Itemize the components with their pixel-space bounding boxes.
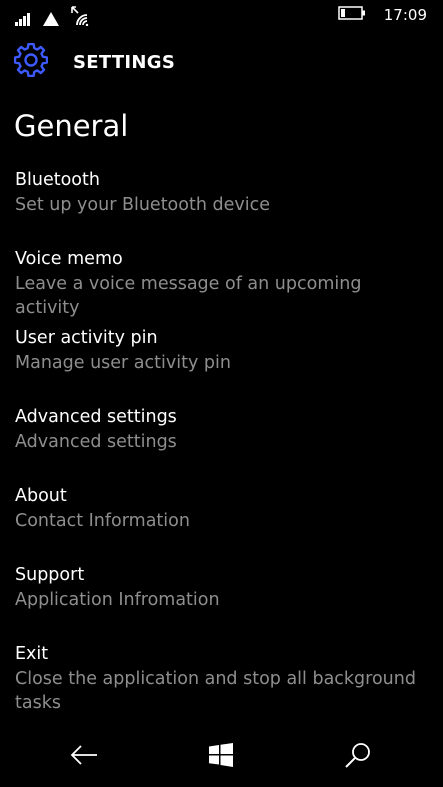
back-button[interactable] bbox=[64, 737, 104, 777]
data-triangle-icon bbox=[43, 11, 59, 30]
menu-item-description: Application Infromation bbox=[15, 590, 220, 610]
battery-icon bbox=[338, 5, 366, 24]
section-title: General bbox=[14, 109, 129, 143]
app-title: SETTINGS bbox=[73, 51, 176, 73]
menu-item-description: Leave a voice message of an upcoming act… bbox=[15, 274, 362, 318]
app-header: SETTINGS bbox=[13, 42, 176, 81]
menu-item-label: Advanced settings bbox=[15, 407, 177, 427]
menu-item-exit[interactable]: Exit Close the application and stop all … bbox=[15, 642, 425, 721]
menu-item-description: Contact Information bbox=[15, 511, 190, 531]
menu-item-voice-memo[interactable]: Voice memo Leave a voice message of an u… bbox=[15, 247, 425, 326]
settings-menu: Bluetooth Set up your Bluetooth device V… bbox=[15, 168, 425, 721]
status-icons-right: 17:09 bbox=[338, 5, 427, 24]
clock: 17:09 bbox=[383, 5, 427, 24]
menu-item-description: Advanced settings bbox=[15, 432, 177, 452]
signal-icon bbox=[15, 11, 33, 30]
status-bar: 17:09 bbox=[0, 0, 443, 32]
menu-item-description: Set up your Bluetooth device bbox=[15, 195, 270, 215]
wifi-icon bbox=[69, 6, 91, 30]
menu-item-about[interactable]: About Contact Information bbox=[15, 484, 425, 563]
menu-item-label: Exit bbox=[15, 644, 49, 664]
windows-start-icon bbox=[209, 743, 233, 771]
menu-item-label: Support bbox=[15, 565, 85, 585]
back-arrow-icon bbox=[70, 744, 98, 770]
menu-item-support[interactable]: Support Application Infromation bbox=[15, 563, 425, 642]
gear-icon bbox=[13, 42, 49, 81]
menu-item-bluetooth[interactable]: Bluetooth Set up your Bluetooth device bbox=[15, 168, 425, 247]
navigation-bar bbox=[0, 727, 443, 787]
menu-item-label: Voice memo bbox=[15, 249, 123, 269]
menu-item-advanced-settings[interactable]: Advanced settings Advanced settings bbox=[15, 405, 425, 484]
menu-item-label: Bluetooth bbox=[15, 170, 100, 190]
status-icons-left bbox=[15, 6, 91, 30]
menu-item-description: Manage user activity pin bbox=[15, 353, 231, 373]
menu-item-description: Close the application and stop all backg… bbox=[15, 669, 416, 713]
menu-item-user-activity-pin[interactable]: User activity pin Manage user activity p… bbox=[15, 326, 425, 405]
menu-item-label: User activity pin bbox=[15, 328, 158, 348]
search-icon bbox=[344, 741, 372, 773]
search-button[interactable] bbox=[338, 737, 378, 777]
menu-item-label: About bbox=[15, 486, 67, 506]
start-button[interactable] bbox=[201, 737, 241, 777]
